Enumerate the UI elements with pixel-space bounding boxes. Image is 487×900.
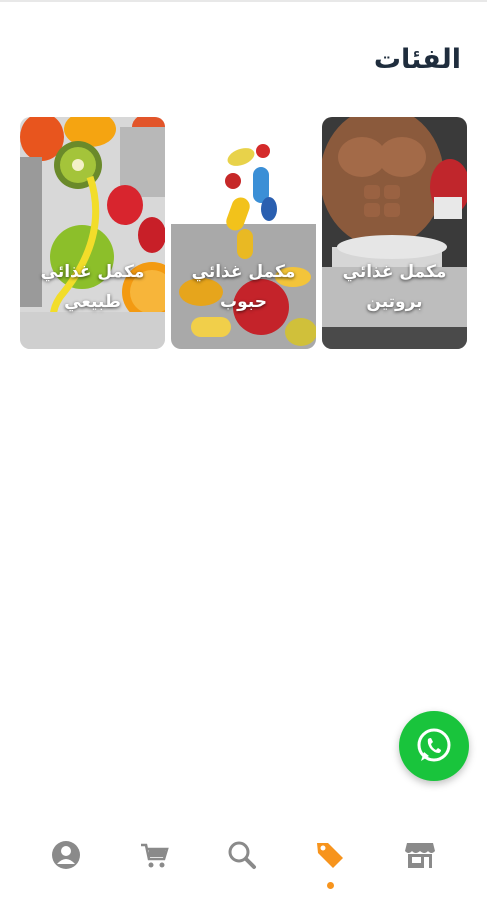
profile-icon <box>52 841 80 869</box>
category-card-protein[interactable]: مكمل غذائي بروتين <box>322 117 467 349</box>
nav-cart[interactable] <box>129 830 179 880</box>
whatsapp-button[interactable] <box>399 711 469 781</box>
active-tab-indicator <box>327 882 334 889</box>
whatsapp-icon <box>417 728 451 762</box>
cart-icon <box>141 843 169 868</box>
category-label: مكمل غذائي طبيعي <box>40 262 145 312</box>
category-card-pills[interactable]: مكمل غذائي حبوب <box>171 117 316 349</box>
tag-icon <box>317 843 343 868</box>
page-title: الفئات <box>373 44 461 75</box>
nav-categories[interactable] <box>305 830 355 880</box>
search-icon <box>228 841 256 869</box>
bottom-navigation <box>0 810 487 900</box>
categories-screen: الفئات مكمل غذائي بروتين مكمل غذائي حبوب… <box>0 0 487 900</box>
nav-profile[interactable] <box>41 830 91 880</box>
category-card-natural[interactable]: مكمل غذائي طبيعي <box>20 117 165 349</box>
category-label: مكمل غذائي بروتين <box>342 262 447 312</box>
category-grid: مكمل غذائي بروتين مكمل غذائي حبوب مكمل غ… <box>20 117 467 349</box>
store-icon <box>405 843 435 868</box>
nav-store[interactable] <box>395 830 445 880</box>
category-label: مكمل غذائي حبوب <box>191 262 296 312</box>
top-divider <box>0 0 487 2</box>
nav-search[interactable] <box>217 830 267 880</box>
